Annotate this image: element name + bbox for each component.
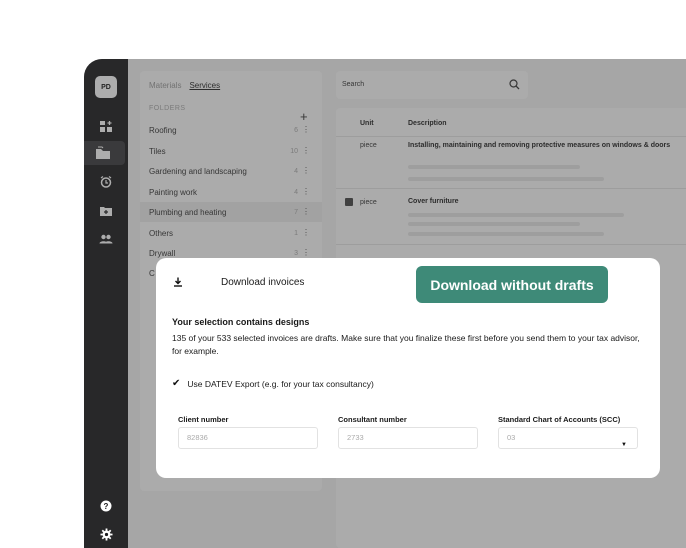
- scc-value: 03: [507, 433, 516, 442]
- download-icon: [174, 277, 182, 287]
- consultant-number-field[interactable]: 2733: [338, 427, 478, 449]
- svg-text:?: ?: [104, 502, 109, 511]
- scc-label: Standard Chart of Accounts (SCC): [498, 415, 621, 424]
- client-number-field[interactable]: 82836: [178, 427, 318, 449]
- settings-icon[interactable]: [84, 524, 128, 544]
- consultant-number-label: Consultant number: [338, 415, 407, 424]
- download-invoices-dialog: Download invoices Download without draft…: [156, 258, 660, 478]
- datev-export-label: Use DATEV Export (e.g. for your tax cons…: [187, 378, 374, 389]
- warning-text: 135 of your 533 selected invoices are dr…: [172, 333, 640, 356]
- help-icon[interactable]: ?: [84, 496, 128, 516]
- client-number-label: Client number: [178, 415, 229, 424]
- dialog-title: Download invoices: [221, 277, 305, 288]
- warning-title: Your selection contains designs: [172, 317, 310, 327]
- chevron-down-icon[interactable]: ▼: [621, 435, 627, 455]
- checkmark-icon[interactable]: ✔: [172, 378, 180, 389]
- datev-export-option[interactable]: ✔ Use DATEV Export (e.g. for your tax co…: [172, 378, 374, 389]
- scc-select[interactable]: 03 ▼: [498, 427, 638, 449]
- download-without-drafts-button[interactable]: Download without drafts: [416, 266, 608, 303]
